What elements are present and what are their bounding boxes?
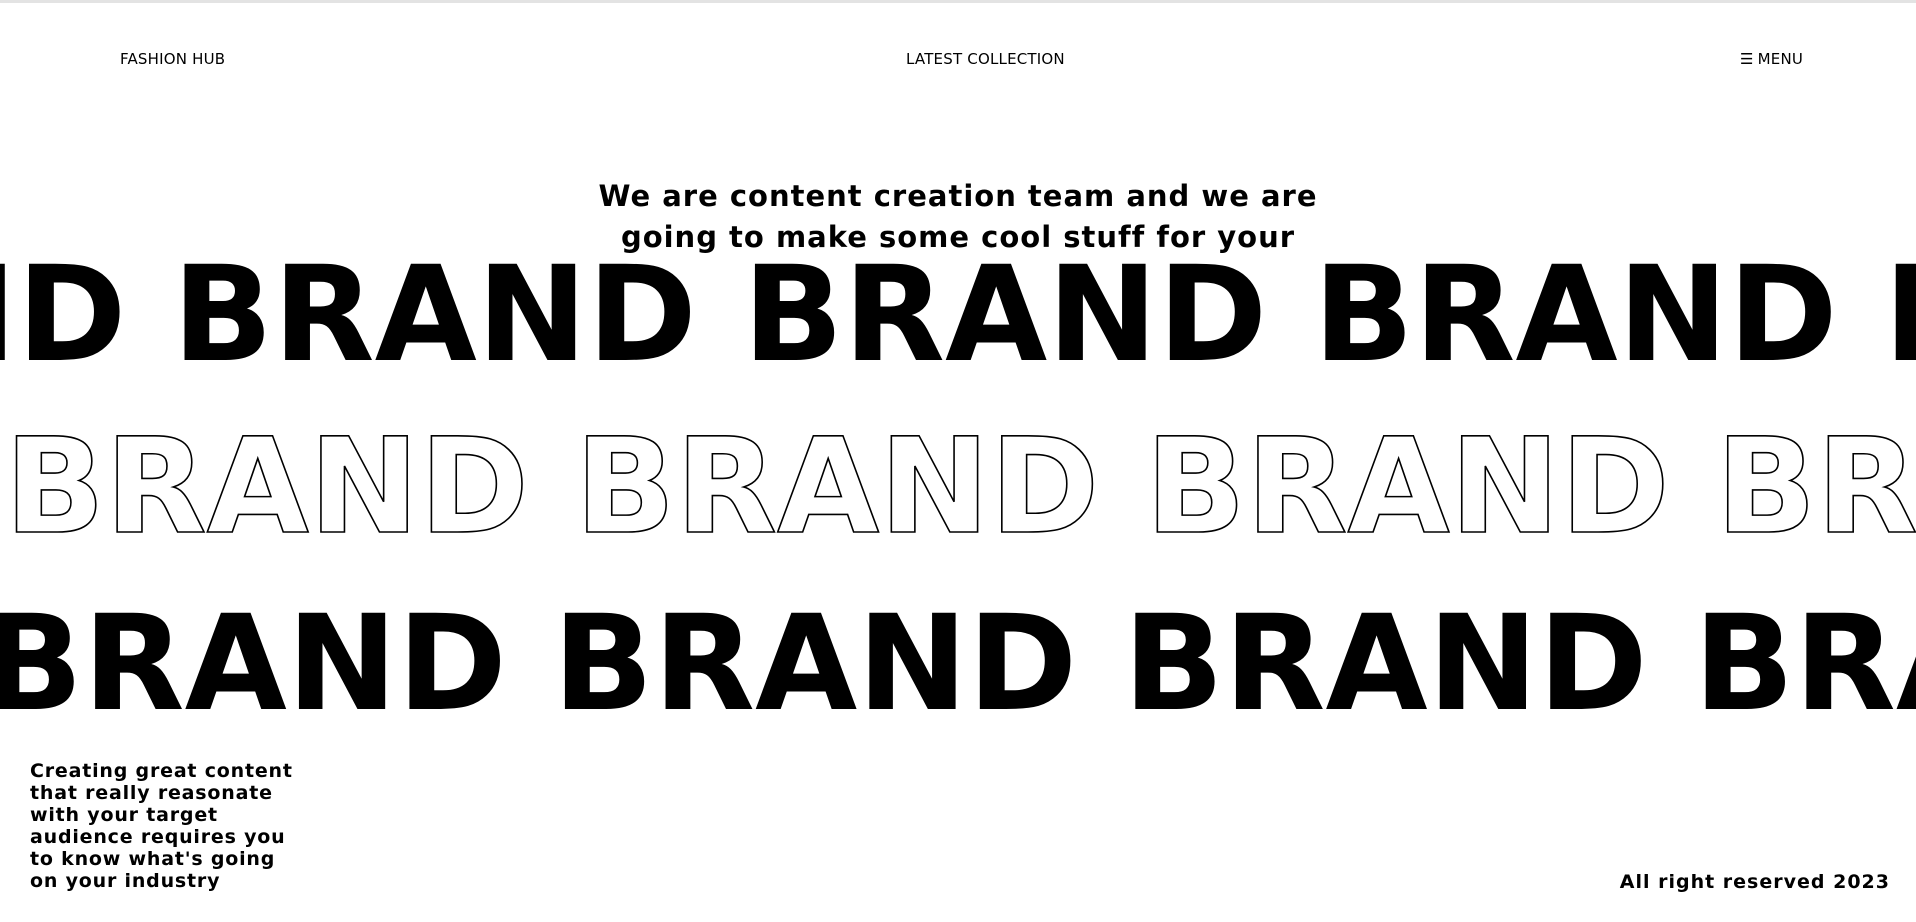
blurb-line-6: on your industry [30, 870, 221, 892]
brand-marquee-row-3: BRAND BRAND BRAND BRAND BRAND BRAND [0, 605, 1916, 715]
blurb-line-2: that really reasonate [30, 782, 273, 804]
blurb-line-4: audience requires you [30, 826, 286, 848]
brand-marquee-row-2: BRAND BRAND BRAND BRAND BRAND BRAND [0, 428, 1916, 538]
brand-marquee-row-1: BRAND BRAND BRAND BRAND BRAND BRAND [0, 256, 1916, 366]
blurb-line-5: to know what's going [30, 848, 276, 870]
top-rule [0, 0, 1916, 3]
menu-button[interactable]: ☰ MENU [1740, 50, 1803, 68]
intro-line-2: going to make some cool stuff for your [620, 220, 1296, 254]
latest-collection-link[interactable]: LATEST COLLECTION [906, 50, 1065, 68]
menu-label: MENU [1757, 50, 1804, 68]
brand-row-1-text: BRAND BRAND BRAND BRAND BRAND BRAND [0, 256, 1916, 366]
blurb-line-3: with your target [30, 804, 218, 826]
brand-row-2-svg: BRAND BRAND BRAND BRAND BRAND BRAND [0, 428, 1916, 538]
intro-heading: We are content creation team and we are … [0, 176, 1916, 258]
page: FASHION HUB LATEST COLLECTION ☰ MENU We … [0, 0, 1916, 922]
copyright-text: All right reserved 2023 [1619, 871, 1890, 893]
intro-line-1: We are content creation team and we are [598, 179, 1318, 213]
brand-row-3-text: BRAND BRAND BRAND BRAND BRAND BRAND [0, 605, 1916, 715]
brand-row-2-text: BRAND BRAND BRAND BRAND BRAND BRAND [0, 428, 1916, 538]
hamburger-icon: ☰ [1740, 49, 1754, 68]
blurb-text: Creating great content that really reaso… [30, 760, 390, 892]
brand-row-3-svg: BRAND BRAND BRAND BRAND BRAND BRAND [0, 605, 1916, 715]
blurb-line-1: Creating great content [30, 760, 293, 782]
brand-logo-link[interactable]: FASHION HUB [120, 50, 225, 68]
brand-row-1-svg: BRAND BRAND BRAND BRAND BRAND BRAND [0, 256, 1916, 366]
